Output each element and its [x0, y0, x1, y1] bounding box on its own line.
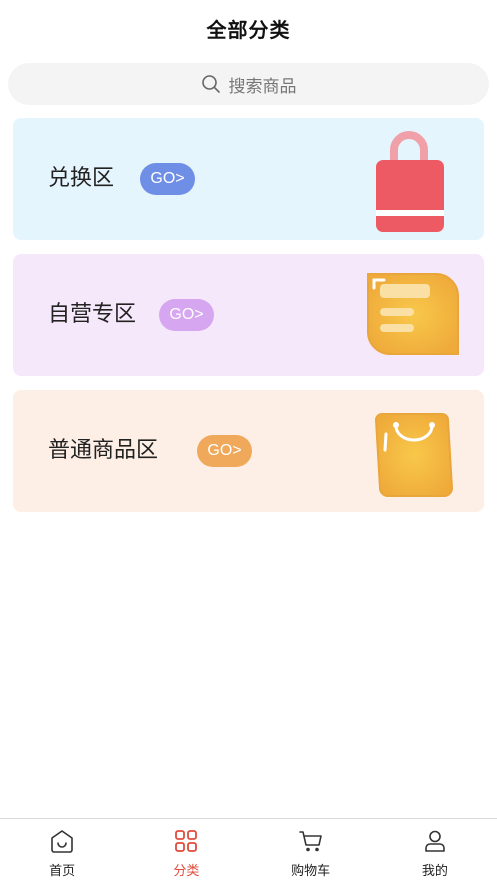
category-label: 兑换区 — [48, 166, 115, 191]
page-title: 全部分类 — [206, 17, 291, 42]
shopping-bag-icon — [374, 413, 454, 497]
go-button[interactable]: GO> — [197, 435, 252, 467]
tab-home[interactable]: 首页 — [0, 819, 124, 883]
category-card-self-operated[interactable]: 自营专区 GO> — [13, 254, 484, 376]
go-button[interactable]: GO> — [140, 163, 195, 195]
lock-bag-icon — [376, 131, 444, 232]
tab-label: 购物车 — [291, 864, 331, 879]
user-icon — [425, 830, 445, 852]
tab-cart[interactable]: 购物车 — [249, 819, 373, 883]
category-card-general[interactable]: 普通商品区 GO> — [13, 390, 484, 512]
cart-icon — [298, 831, 322, 852]
grid-icon — [175, 830, 198, 852]
category-label: 普通商品区 — [48, 438, 159, 463]
category-card-exchange[interactable]: 兑换区 GO> — [13, 118, 484, 240]
tab-label: 首页 — [49, 864, 76, 879]
bottom-tab-bar: 首页 分类 购物车 我的 — [0, 818, 497, 883]
search-icon — [201, 75, 220, 93]
home-icon — [51, 830, 73, 853]
tab-mine[interactable]: 我的 — [373, 819, 497, 883]
go-button[interactable]: GO> — [159, 299, 214, 331]
search-placeholder: 搜索商品 — [228, 76, 297, 97]
tab-label: 分类 — [173, 864, 200, 879]
tab-category[interactable]: 分类 — [124, 819, 248, 883]
category-label: 自营专区 — [48, 302, 137, 327]
search-bar[interactable]: 搜索商品 — [8, 63, 489, 105]
tab-label: 我的 — [421, 864, 448, 879]
document-card-icon — [367, 273, 459, 355]
header: 全部分类 — [0, 0, 497, 56]
